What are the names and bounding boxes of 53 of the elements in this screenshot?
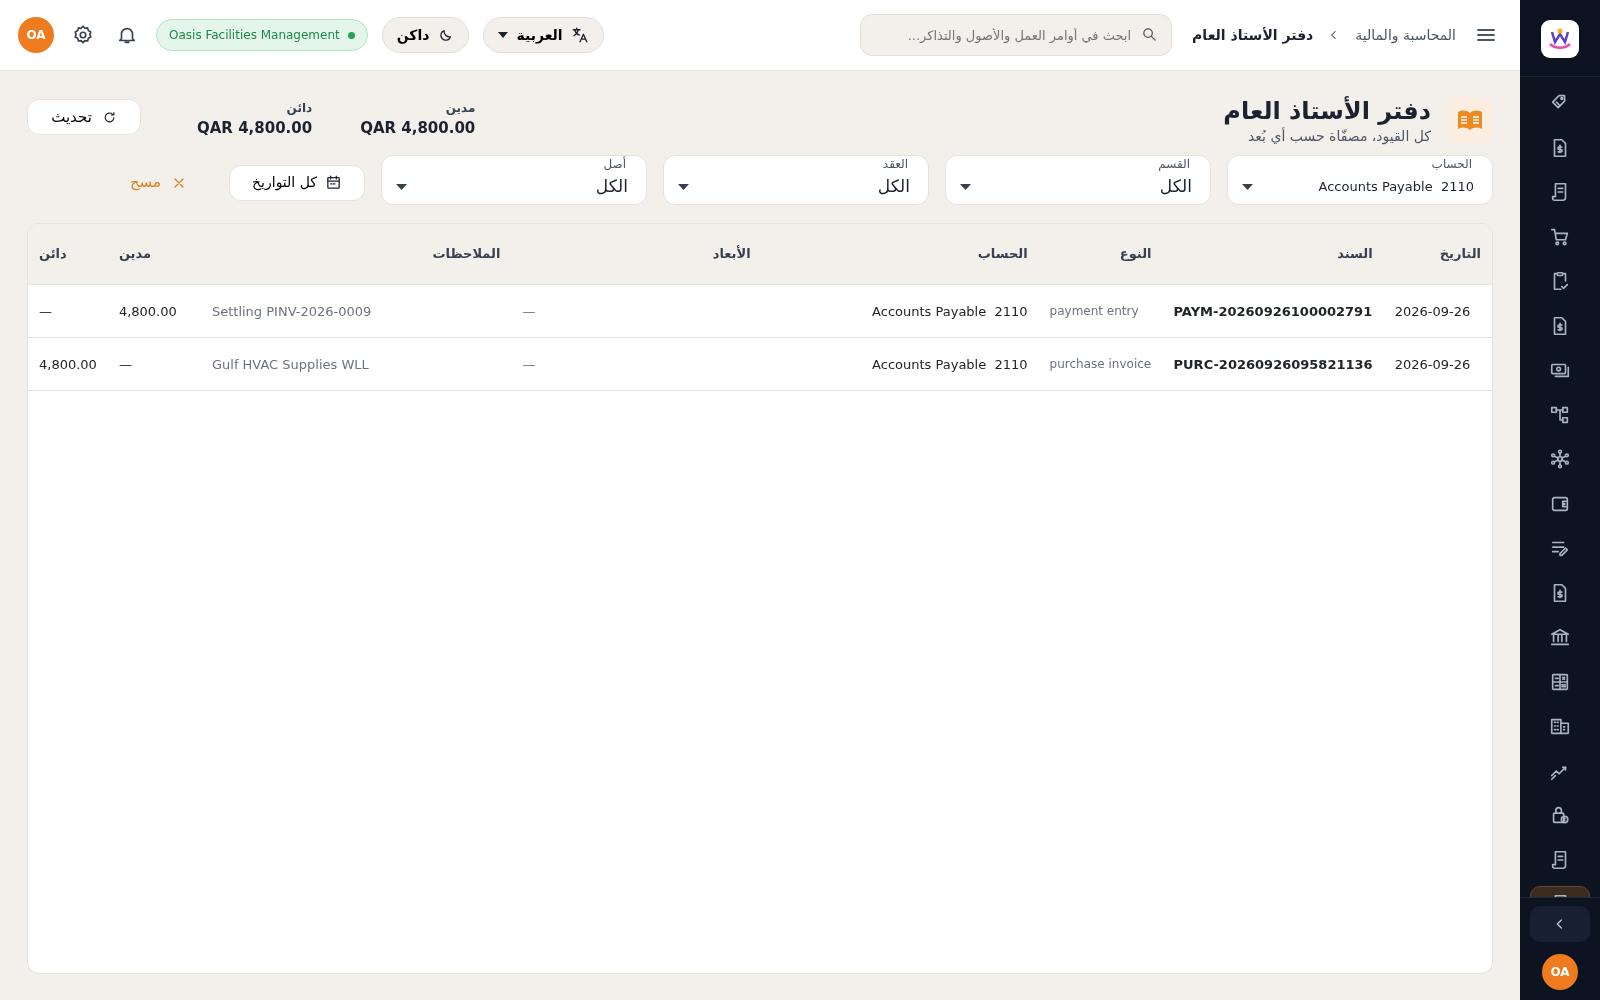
- hub-icon: [1549, 448, 1571, 471]
- search-icon: [1141, 26, 1159, 43]
- column-header: الملاحظات: [200, 223, 512, 285]
- calendar-icon: [324, 174, 342, 192]
- total-label: مدين: [444, 100, 476, 117]
- filter-select[interactable]: القسم الكل: [945, 154, 1211, 205]
- caret-icon: [1242, 183, 1253, 190]
- table-cell: payment entry: [1038, 284, 1163, 338]
- caret-icon: [396, 183, 407, 190]
- column-header: الأبعاد: [511, 223, 762, 285]
- breadcrumb-current: دفتر الأستاذ العام: [1192, 25, 1314, 46]
- column-header: السند: [1162, 223, 1384, 285]
- table-cell: PAYM-20260926100002791: [1162, 284, 1384, 338]
- table-cell: —: [511, 284, 762, 338]
- table-cell: —: [511, 337, 762, 391]
- table-cell: —: [28, 284, 108, 338]
- page-subtitle: كل القيود، مصفّاة حسب أي بُعد: [1246, 126, 1431, 147]
- theme-toggle[interactable]: داكن: [381, 17, 470, 53]
- table-cell: —: [107, 337, 201, 391]
- breadcrumb-link[interactable]: المحاسبة والمالية: [1355, 24, 1456, 46]
- column-header: النوع: [1038, 223, 1163, 285]
- table-cell: 4,800.00: [28, 337, 108, 391]
- total-value: QAR 4,800.00: [360, 118, 476, 139]
- column-header: دائن: [28, 223, 108, 285]
- filter-select[interactable]: العقد الكل: [663, 154, 929, 205]
- date-range-button[interactable]: كل التواريخ: [229, 164, 365, 201]
- table-cell: purchase invoice: [1038, 337, 1163, 391]
- language-dropdown[interactable]: العربية: [483, 17, 604, 53]
- table-cell: PURC-20260926095821136: [1162, 337, 1384, 391]
- filter-select[interactable]: أصل الكل: [381, 154, 647, 205]
- total-value: QAR 4,800.00: [197, 118, 313, 139]
- table-cell: 2110 Accounts Payable: [761, 284, 1039, 338]
- page-title: دفتر الأستاذ العام: [1223, 97, 1431, 126]
- table-cell: Gulf HVAC Supplies WLL: [200, 337, 512, 391]
- company-name: Oasis Facilities Management: [169, 27, 340, 44]
- caret-icon: [678, 183, 689, 190]
- total-label: دائن: [285, 100, 313, 117]
- column-header: مدين: [107, 223, 201, 285]
- table-cell: 2026-09-26: [1383, 284, 1492, 338]
- column-header: الحساب: [761, 223, 1039, 285]
- caret-icon: [498, 32, 509, 38]
- caret-icon: [960, 183, 971, 190]
- translate-icon: [570, 26, 589, 44]
- column-header: التاريخ: [1383, 223, 1492, 285]
- table-cell: Settling PINV-2026-0009: [200, 284, 512, 338]
- settings-icon: [72, 24, 94, 46]
- company-badge[interactable]: Oasis Facilities Management: [156, 19, 368, 51]
- table-cell: 4,800.00: [107, 284, 201, 338]
- table-cell: 2110 Accounts Payable: [761, 337, 1039, 391]
- table-cell: 2026-09-26: [1383, 337, 1492, 391]
- app-logo[interactable]: [1541, 20, 1579, 58]
- refresh-button[interactable]: تحديث: [27, 99, 141, 135]
- book-icon: [1447, 97, 1493, 143]
